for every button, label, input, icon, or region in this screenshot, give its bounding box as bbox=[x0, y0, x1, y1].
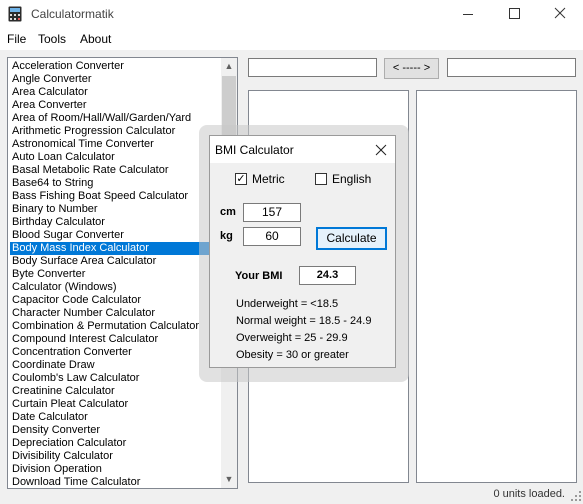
bmi-dialog: BMI Calculator ✓ Metric English cm 157 k… bbox=[209, 135, 396, 368]
converter-list-item[interactable]: Birthday Calculator bbox=[10, 216, 218, 229]
cm-label: cm bbox=[220, 206, 236, 218]
converter-list-item[interactable]: Astronomical Time Converter bbox=[10, 138, 218, 151]
converter-list-item[interactable]: Download Time Calculator bbox=[10, 476, 218, 488]
range-overweight: Overweight = 25 - 29.9 bbox=[236, 332, 348, 344]
scroll-up-icon[interactable]: ▲ bbox=[221, 58, 237, 75]
converter-list-item[interactable]: Curtain Pleat Calculator bbox=[10, 398, 218, 411]
converter-list-item[interactable]: Byte Converter bbox=[10, 268, 218, 281]
kg-label: kg bbox=[220, 230, 233, 242]
converter-list-item[interactable]: Calculator (Windows) bbox=[10, 281, 218, 294]
converter-list-item[interactable]: Creatinine Calculator bbox=[10, 385, 218, 398]
metric-label[interactable]: Metric bbox=[252, 172, 285, 186]
converter-list-item[interactable]: Blood Sugar Converter bbox=[10, 229, 218, 242]
converter-list-item[interactable]: Division Operation bbox=[10, 463, 218, 476]
weight-kg-input[interactable]: 60 bbox=[243, 227, 301, 246]
to-unit-input[interactable] bbox=[447, 58, 576, 77]
range-obesity: Obesity = 30 or greater bbox=[236, 349, 349, 361]
metric-checkbox[interactable]: ✓ bbox=[235, 173, 247, 185]
status-text: 0 units loaded. bbox=[493, 488, 565, 500]
dialog-close-icon[interactable] bbox=[370, 139, 392, 161]
converter-list-item[interactable]: Concentration Converter bbox=[10, 346, 218, 359]
converter-list-item[interactable]: Binary to Number bbox=[10, 203, 218, 216]
converter-list-item[interactable]: Angle Converter bbox=[10, 73, 218, 86]
converter-list-item[interactable]: Divisibility Calculator bbox=[10, 450, 218, 463]
minimize-button[interactable] bbox=[445, 0, 491, 30]
dialog-title: BMI Calculator bbox=[215, 143, 294, 157]
swap-button[interactable]: < ----- > bbox=[384, 58, 439, 79]
converter-list-item[interactable]: Coulomb's Law Calculator bbox=[10, 372, 218, 385]
converter-list-item[interactable]: Auto Loan Calculator bbox=[10, 151, 218, 164]
calculate-button[interactable]: Calculate bbox=[316, 227, 387, 250]
converter-list-item[interactable]: Compound Interest Calculator bbox=[10, 333, 218, 346]
converter-list-item[interactable]: Acceleration Converter bbox=[10, 60, 218, 73]
converter-list-item[interactable]: Area Converter bbox=[10, 99, 218, 112]
menu-tools[interactable]: Tools bbox=[38, 32, 66, 46]
scroll-down-icon[interactable]: ▼ bbox=[221, 471, 237, 488]
range-normal: Normal weight = 18.5 - 24.9 bbox=[236, 315, 372, 327]
converter-list-item[interactable]: Base64 to String bbox=[10, 177, 218, 190]
bmi-result: 24.3 bbox=[299, 266, 356, 285]
window-title: Calculatormatik bbox=[31, 7, 114, 21]
converter-list-item[interactable]: Date Calculator bbox=[10, 411, 218, 424]
converter-list-item[interactable]: Bass Fishing Boat Speed Calculator bbox=[10, 190, 218, 203]
converter-list-item[interactable]: Character Number Calculator bbox=[10, 307, 218, 320]
converter-list-item[interactable]: Density Converter bbox=[10, 424, 218, 437]
close-button[interactable] bbox=[537, 0, 583, 30]
range-underweight: Underweight = <18.5 bbox=[236, 298, 339, 310]
menu-file[interactable]: File bbox=[7, 32, 26, 46]
converter-list-item[interactable]: Body Surface Area Calculator bbox=[10, 255, 218, 268]
english-label[interactable]: English bbox=[332, 172, 371, 186]
calculator-app-icon bbox=[8, 6, 22, 22]
converter-list-item[interactable]: Depreciation Calculator bbox=[10, 437, 218, 450]
converter-list-item[interactable]: Arithmetic Progression Calculator bbox=[10, 125, 218, 138]
converter-list-item[interactable]: Combination & Permutation Calculator bbox=[10, 320, 218, 333]
converter-list-items: Acceleration Converter Angle Converter Are… bbox=[10, 60, 218, 488]
converter-list-item[interactable]: Capacitor Code Calculator bbox=[10, 294, 218, 307]
resize-grip-icon[interactable] bbox=[571, 490, 581, 501]
from-unit-input[interactable] bbox=[248, 58, 377, 77]
to-units-list[interactable] bbox=[416, 90, 577, 483]
english-checkbox[interactable] bbox=[315, 173, 327, 185]
your-bmi-label: Your BMI bbox=[235, 270, 283, 282]
converter-list-item[interactable]: Body Mass Index Calculator bbox=[10, 242, 218, 255]
menu-about[interactable]: About bbox=[80, 32, 111, 46]
maximize-button[interactable] bbox=[491, 0, 537, 30]
converter-list-item[interactable]: Basal Metabolic Rate Calculator bbox=[10, 164, 218, 177]
height-cm-input[interactable]: 157 bbox=[243, 203, 301, 222]
converter-list-item[interactable]: Area of Room/Hall/Wall/Garden/Yard bbox=[10, 112, 218, 125]
converter-list-item[interactable]: Area Calculator bbox=[10, 86, 218, 99]
converter-list-item[interactable]: Coordinate Draw bbox=[10, 359, 218, 372]
